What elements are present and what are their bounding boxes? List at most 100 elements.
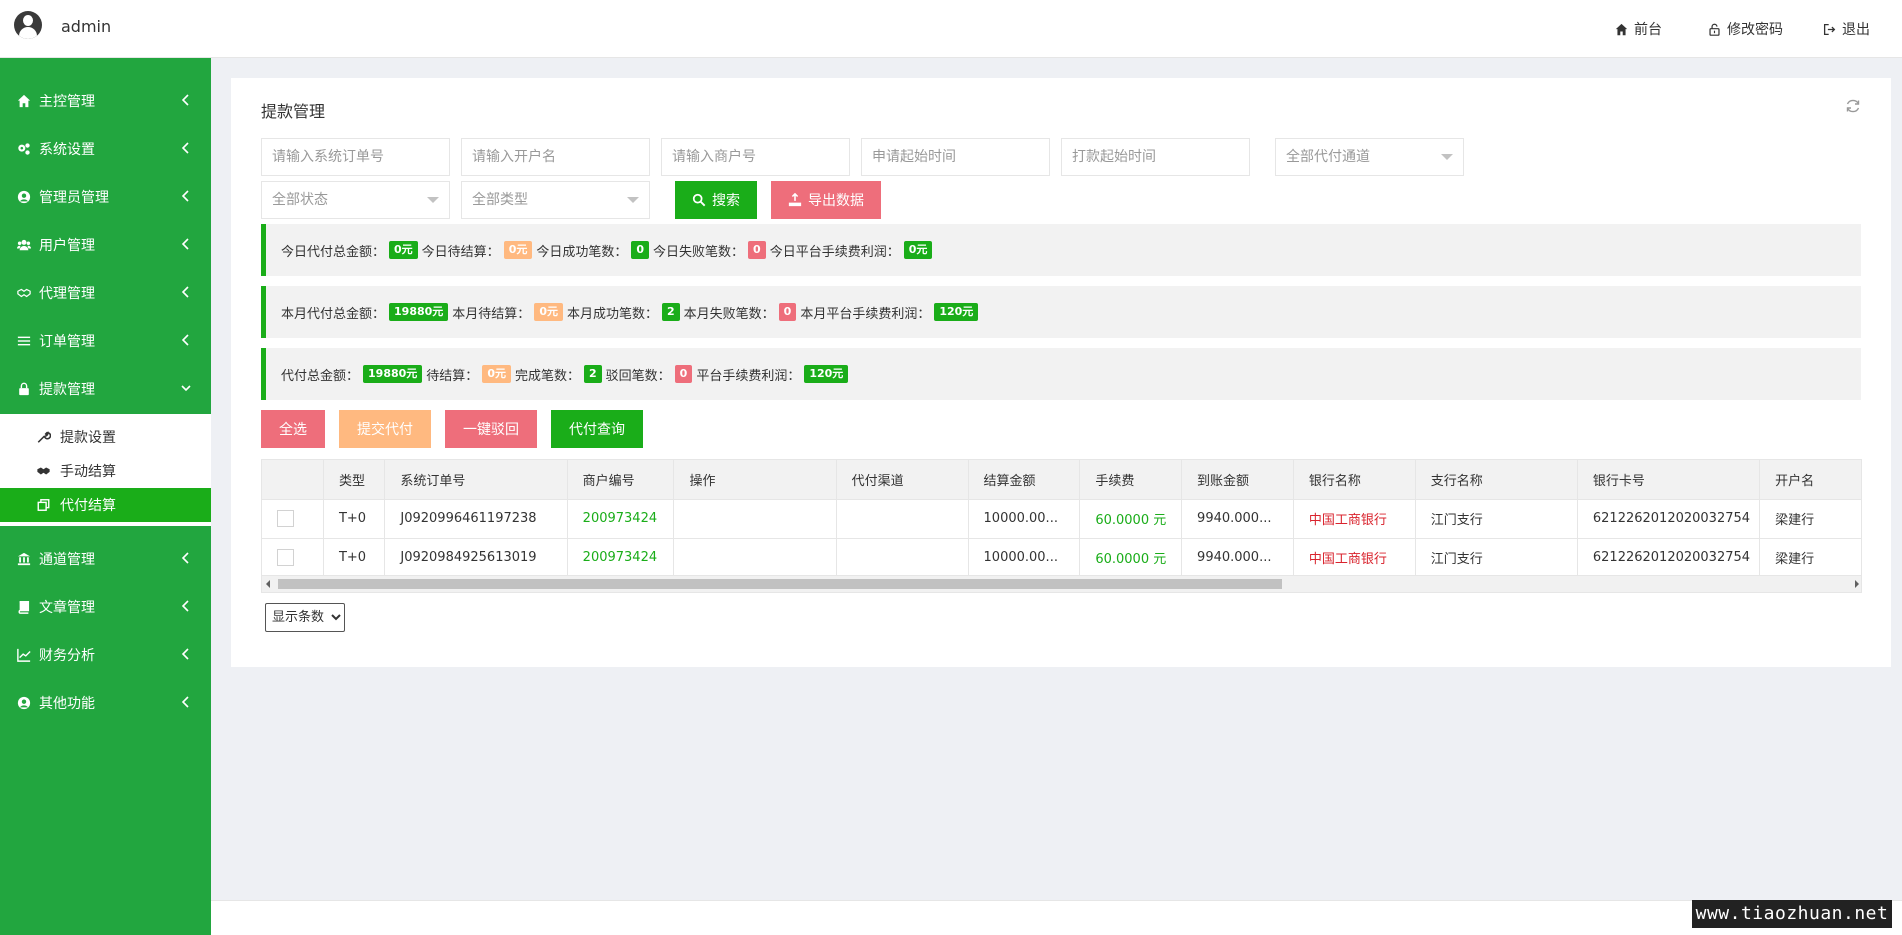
stat-label: 本月平台手续费利润： (800, 306, 931, 322)
sidebar-item-finance-analysis[interactable]: 财务分析 (0, 631, 211, 679)
submenu-item-payout-settlement[interactable]: 代付结算 (0, 488, 211, 522)
handshake-icon (16, 286, 31, 301)
stat-label: 平台手续费利润： (696, 368, 801, 384)
row-checkbox[interactable] (277, 549, 294, 566)
chevron-left-icon (181, 696, 191, 710)
export-button-label: 导出数据 (808, 193, 864, 209)
sidebar-item-user-management[interactable]: 用户管理 (0, 221, 211, 269)
stat-label: 驳回笔数： (605, 368, 671, 384)
column-header[interactable]: 开户名 (1759, 460, 1861, 500)
column-header[interactable]: 到账金额 (1181, 460, 1294, 500)
submenu-item-withdraw-settings[interactable]: 提款设置 (0, 420, 211, 454)
export-button[interactable]: 导出数据 (771, 181, 881, 219)
horizontal-scrollbar[interactable] (262, 575, 1861, 592)
user-circle-icon (16, 190, 31, 205)
logout-link[interactable]: 退出 (1823, 19, 1870, 39)
sidebar-item-order-management[interactable]: 订单管理 (0, 317, 211, 365)
column-header[interactable]: 类型 (323, 460, 386, 500)
sidebar-item-system-settings[interactable]: 系统设置 (0, 125, 211, 173)
status-select[interactable]: 全部状态 (261, 181, 450, 219)
search-icon (692, 193, 706, 207)
stat-label: 今日平台手续费利润： (769, 244, 900, 260)
chevron-left-icon (181, 238, 191, 252)
submenu-item-label: 手动结算 (60, 464, 116, 480)
order-no-input[interactable] (261, 138, 450, 176)
column-header[interactable]: 系统订单号 (384, 460, 568, 500)
page-size-select[interactable]: 显示条数 (265, 603, 345, 632)
sidebar-item-admin-management[interactable]: 管理员管理 (0, 173, 211, 221)
search-button[interactable]: 搜索 (675, 181, 757, 219)
withdraw-submenu: 提款设置 手动结算 代付结算 (0, 414, 211, 526)
table-row[interactable]: T+0 J0920996461197238 200973424 10000.00… (262, 499, 1861, 539)
stat-badge: 0 (778, 303, 797, 321)
row-checkbox-cell (262, 538, 324, 578)
cell-holder: 梁建行 (1759, 538, 1861, 578)
sidebar-item-label: 订单管理 (39, 334, 95, 350)
cell-operation (673, 499, 837, 539)
stat-badge: 0 (631, 241, 650, 259)
account-name-input[interactable] (461, 138, 650, 176)
sidebar-item-agent-management[interactable]: 代理管理 (0, 269, 211, 317)
merchant-no-input[interactable] (661, 138, 850, 176)
front-link-label: 前台 (1634, 22, 1662, 38)
scroll-left-icon[interactable] (266, 580, 270, 588)
stat-label: 本月代付总金额： (281, 306, 386, 322)
scrollbar-thumb[interactable] (278, 579, 1282, 589)
book-icon (16, 600, 31, 615)
sidebar-item-other-functions[interactable]: 其他功能 (0, 679, 211, 727)
cell-card-no: 6212262012020032754 (1577, 499, 1761, 539)
submit-payout-button[interactable]: 提交代付 (339, 410, 431, 448)
avatar[interactable] (14, 11, 42, 39)
apply-start-time-input[interactable] (861, 138, 1050, 176)
cell-card-no: 6212262012020032754 (1577, 538, 1761, 578)
username[interactable]: admin (61, 17, 111, 36)
sidebar-item-article-management[interactable]: 文章管理 (0, 583, 211, 631)
stat-label: 本月失败笔数： (683, 306, 775, 322)
pay-start-time-input[interactable] (1061, 138, 1250, 176)
submenu-item-manual-settlement[interactable]: 手动结算 (0, 454, 211, 488)
select-all-button[interactable]: 全选 (261, 410, 325, 448)
clone-icon (36, 498, 52, 512)
sidebar-item-main-control[interactable]: 主控管理 (0, 77, 211, 125)
chevron-left-icon (181, 190, 191, 204)
sidebar-item-channel-management[interactable]: 通道管理 (0, 535, 211, 583)
column-header[interactable]: 结算金额 (968, 460, 1081, 500)
type-select[interactable]: 全部类型 (461, 181, 650, 219)
change-password-link[interactable]: 修改密码 (1708, 19, 1783, 39)
table-row[interactable]: T+0 J0920984925613019 200973424 10000.00… (262, 538, 1861, 578)
front-link[interactable]: 前台 (1615, 19, 1662, 39)
lock-icon (16, 382, 31, 397)
scroll-right-icon[interactable] (1855, 580, 1859, 588)
sidebar-item-withdraw-management[interactable]: 提款管理 (0, 365, 211, 413)
column-header[interactable]: 代付渠道 (836, 460, 969, 500)
column-header[interactable]: 商户编号 (567, 460, 675, 500)
footer (211, 900, 1902, 935)
chevron-down-icon (427, 197, 439, 203)
refresh-icon[interactable] (1845, 98, 1861, 114)
cell-fee: 60.0000 元 (1079, 538, 1183, 578)
column-header[interactable]: 手续费 (1079, 460, 1183, 500)
row-checkbox[interactable] (277, 510, 294, 527)
page-title: 提款管理 (261, 102, 326, 121)
cell-order-no: J0920984925613019 (384, 538, 568, 578)
sidebar-item-label: 代理管理 (39, 286, 95, 302)
sidebar-item-label: 其他功能 (39, 696, 95, 712)
payout-query-button[interactable]: 代付查询 (551, 410, 643, 448)
stat-label: 本月成功笔数： (566, 306, 658, 322)
reject-all-button[interactable]: 一键驳回 (445, 410, 537, 448)
column-header (262, 460, 324, 500)
payout-channel-select[interactable]: 全部代付通道 (1275, 138, 1464, 176)
cell-channel (836, 499, 969, 539)
column-header[interactable]: 操作 (673, 460, 837, 500)
column-header[interactable]: 银行名称 (1293, 460, 1416, 500)
column-header[interactable]: 支行名称 (1415, 460, 1578, 500)
sidebar-item-label: 用户管理 (39, 238, 95, 254)
export-icon (788, 193, 802, 207)
chart-icon (16, 648, 31, 663)
stat-badge: 120元 (934, 303, 979, 321)
stat-badge: 0元 (482, 365, 511, 383)
today-stats-bar: 今日代付总金额： 0元 今日待结算： 0元 今日成功笔数： 0 今日失败笔数： 0 今日… (261, 224, 1861, 276)
column-header[interactable]: 银行卡号 (1577, 460, 1761, 500)
cell-received-amount: 9940.000... (1181, 499, 1294, 539)
watermark: www.tiaozhuan.net (1692, 900, 1892, 928)
